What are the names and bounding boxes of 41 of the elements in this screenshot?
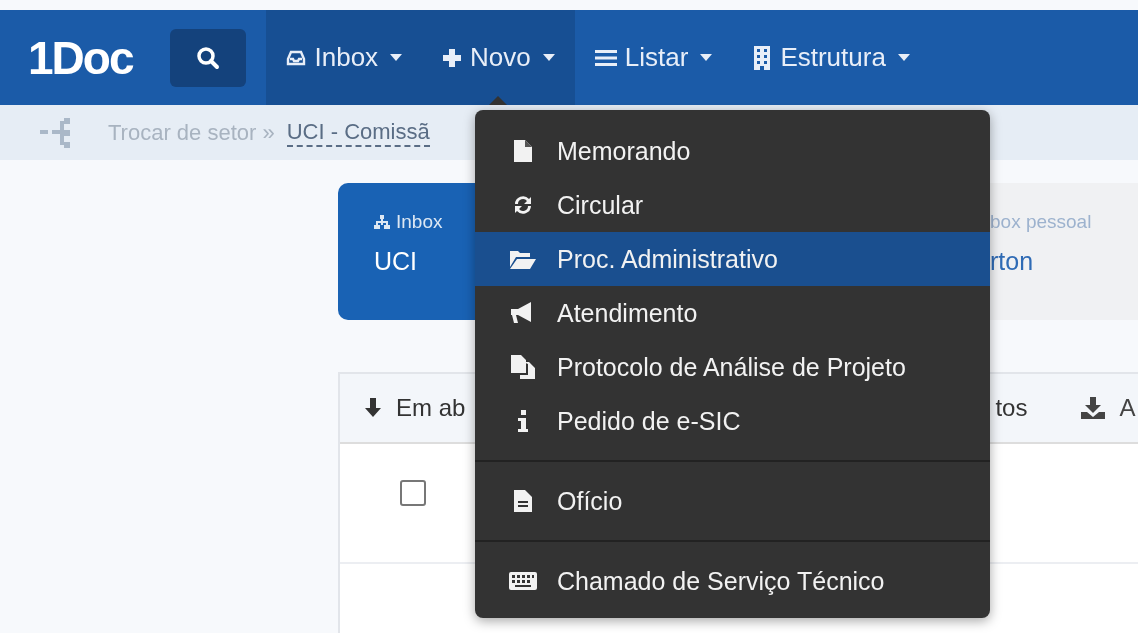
card-value: rton [990, 247, 1034, 276]
list-icon [594, 48, 617, 67]
menu-item[interactable]: Protocolo de Análise de Projeto [475, 340, 990, 394]
menu-item[interactable]: Ofício [475, 474, 990, 528]
caret-icon [390, 54, 403, 61]
list-tab[interactable]: A [1075, 393, 1138, 423]
download-icon [1081, 397, 1106, 419]
card-value: UCI [374, 247, 418, 276]
arrow-down-icon [364, 398, 382, 418]
change-sector-text: Trocar de setor » [108, 119, 275, 146]
sector-link[interactable]: UCI - Comissã [286, 118, 430, 147]
file-icon [514, 140, 532, 162]
inbox-icon [286, 49, 307, 66]
list-tab[interactable]: Em ab [358, 393, 472, 423]
info-icon [518, 410, 528, 432]
menu-item[interactable]: Memorando [475, 124, 990, 178]
nav-menu-button[interactable]: Novo [422, 10, 575, 105]
caret-icon [897, 54, 910, 61]
menu-item[interactable]: Pedido de e-SIC [475, 394, 990, 448]
sitemap-icon [374, 215, 390, 229]
files-icon [511, 355, 535, 379]
keyboard-icon [509, 572, 537, 590]
file-icon [514, 490, 532, 512]
caret-icon [700, 54, 713, 61]
caret-icon [542, 54, 555, 61]
logo[interactable]: 1Doc [28, 30, 133, 85]
menu-item[interactable]: Chamado de Serviço Técnico [475, 554, 990, 608]
refresh-icon [512, 194, 534, 216]
menu-item[interactable]: Proc. Administrativo [475, 232, 990, 286]
row-checkbox[interactable] [400, 480, 426, 506]
nav-menu-button[interactable]: Listar [574, 10, 733, 105]
folder-icon [510, 249, 536, 269]
search-button[interactable] [170, 28, 247, 87]
plus-icon [442, 47, 463, 68]
search-icon [196, 45, 221, 70]
building-icon [752, 45, 773, 70]
nav-menu-button[interactable]: Inbox [266, 10, 423, 105]
card-label: Inbox [374, 211, 443, 233]
card-label: box pessoal [990, 211, 1092, 233]
nav-menu-button[interactable]: Estrutura [732, 10, 930, 105]
menu-pointer-icon [489, 96, 508, 105]
